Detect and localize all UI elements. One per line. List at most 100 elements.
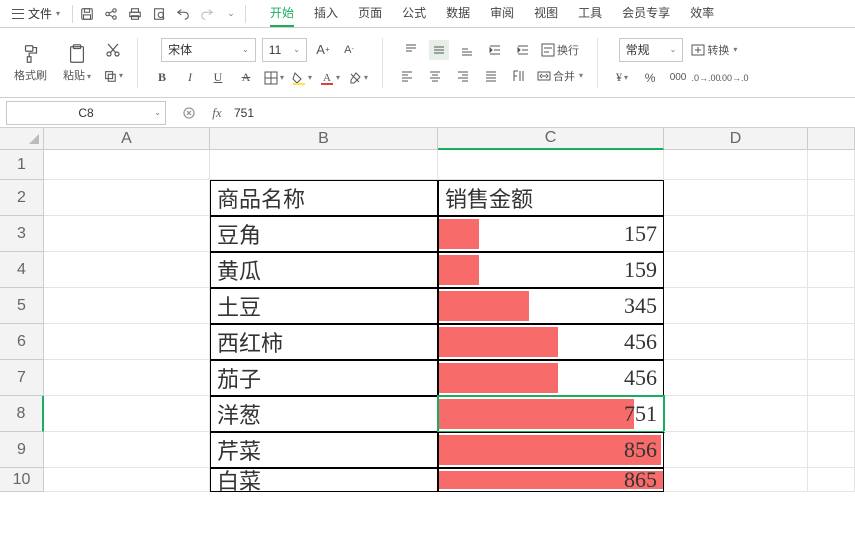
decrease-font-icon[interactable]: A-	[339, 40, 359, 60]
cell[interactable]	[808, 360, 855, 396]
increase-decimal-icon[interactable]: .00→.0	[724, 68, 744, 88]
cell-product-name[interactable]: 芹菜	[210, 432, 438, 468]
row-header[interactable]: 8	[0, 396, 44, 432]
italic-icon[interactable]: I	[180, 68, 200, 88]
tab-start[interactable]: 开始	[270, 0, 294, 27]
row-header[interactable]: 1	[0, 150, 44, 180]
font-family-select[interactable]: 宋体⌄	[161, 38, 256, 62]
comma-icon[interactable]: 000	[668, 68, 688, 88]
row-header[interactable]: 2	[0, 180, 44, 216]
number-format-select[interactable]: 常规⌄	[619, 38, 684, 62]
cell-product-name[interactable]: 土豆	[210, 288, 438, 324]
save-icon[interactable]	[79, 6, 95, 22]
cell-amount[interactable]: 456	[438, 360, 664, 396]
cell[interactable]	[664, 432, 808, 468]
increase-font-icon[interactable]: A+	[313, 40, 333, 60]
align-bottom-icon[interactable]	[457, 40, 477, 60]
wrap-text-button[interactable]: 换行	[541, 40, 579, 60]
currency-icon[interactable]: ¥	[612, 68, 632, 88]
cell-header-name[interactable]: 商品名称	[210, 180, 438, 216]
tab-data[interactable]: 数据	[446, 0, 470, 27]
cell-amount[interactable]: 159	[438, 252, 664, 288]
tab-page[interactable]: 页面	[358, 0, 382, 27]
formula-input[interactable]: 751	[226, 106, 855, 120]
cell-amount-selected[interactable]: 751	[438, 396, 664, 432]
font-size-select[interactable]: 11⌄	[262, 38, 307, 62]
row-header[interactable]: 10	[0, 468, 44, 492]
cell[interactable]	[44, 288, 210, 324]
cell[interactable]	[44, 216, 210, 252]
strikethrough-icon[interactable]: A	[236, 68, 256, 88]
cell[interactable]	[44, 432, 210, 468]
align-top-icon[interactable]	[401, 40, 421, 60]
tab-insert[interactable]: 插入	[314, 0, 338, 27]
qat-more-icon[interactable]: ⌄	[223, 6, 239, 22]
cell[interactable]	[808, 468, 855, 492]
cell-header-amount[interactable]: 销售金额	[438, 180, 664, 216]
cell-amount[interactable]: 157	[438, 216, 664, 252]
cancel-icon[interactable]	[180, 104, 198, 122]
fill-color-icon[interactable]	[292, 68, 312, 88]
align-right-icon[interactable]	[453, 66, 473, 86]
cell[interactable]	[664, 360, 808, 396]
tab-efficiency[interactable]: 效率	[690, 0, 714, 27]
cell[interactable]	[44, 180, 210, 216]
print-preview-icon[interactable]	[151, 6, 167, 22]
align-center-icon[interactable]	[425, 66, 445, 86]
cut-icon[interactable]	[103, 40, 123, 60]
cell[interactable]	[664, 468, 808, 492]
cell[interactable]	[664, 252, 808, 288]
cell[interactable]	[210, 150, 438, 180]
tab-tools[interactable]: 工具	[578, 0, 602, 27]
paste-button[interactable]: 粘贴	[59, 41, 95, 85]
cell-amount[interactable]: 865	[438, 468, 664, 492]
row-header[interactable]: 6	[0, 324, 44, 360]
cell-product-name[interactable]: 黄瓜	[210, 252, 438, 288]
undo-icon[interactable]	[175, 6, 191, 22]
indent-decrease-icon[interactable]	[485, 40, 505, 60]
cell[interactable]	[44, 360, 210, 396]
cell-product-name[interactable]: 豆角	[210, 216, 438, 252]
borders-icon[interactable]	[264, 68, 284, 88]
cell[interactable]	[664, 216, 808, 252]
copy-icon[interactable]	[103, 66, 123, 86]
row-header[interactable]: 4	[0, 252, 44, 288]
file-menu[interactable]: 文件 ▾	[6, 3, 66, 24]
cell[interactable]	[44, 252, 210, 288]
clear-format-icon[interactable]	[348, 68, 368, 88]
cell[interactable]	[44, 150, 210, 180]
percent-icon[interactable]: %	[640, 68, 660, 88]
cell[interactable]	[664, 324, 808, 360]
align-middle-icon[interactable]	[429, 40, 449, 60]
cell[interactable]	[664, 150, 808, 180]
cell[interactable]	[808, 288, 855, 324]
col-header-next[interactable]	[808, 128, 855, 150]
cell-product-name[interactable]: 西红柿	[210, 324, 438, 360]
row-header[interactable]: 9	[0, 432, 44, 468]
cell[interactable]	[808, 432, 855, 468]
cell-amount[interactable]: 456	[438, 324, 664, 360]
indent-increase-icon[interactable]	[513, 40, 533, 60]
redo-icon[interactable]	[199, 6, 215, 22]
cell[interactable]	[808, 180, 855, 216]
font-color-icon[interactable]: A	[320, 68, 340, 88]
row-header[interactable]: 3	[0, 216, 44, 252]
cell[interactable]	[44, 396, 210, 432]
select-all-corner[interactable]	[0, 128, 44, 150]
format-brush-button[interactable]: 格式刷	[10, 41, 51, 85]
cell-product-name[interactable]: 茄子	[210, 360, 438, 396]
col-header-B[interactable]: B	[210, 128, 438, 150]
tab-review[interactable]: 审阅	[490, 0, 514, 27]
print-icon[interactable]	[127, 6, 143, 22]
cell[interactable]	[438, 150, 664, 180]
col-header-C[interactable]: C	[438, 128, 664, 150]
cell-amount[interactable]: 345	[438, 288, 664, 324]
cell[interactable]	[808, 396, 855, 432]
bold-icon[interactable]: B	[152, 68, 172, 88]
cell[interactable]	[808, 150, 855, 180]
cell-product-name[interactable]: 洋葱	[210, 396, 438, 432]
cell[interactable]	[664, 180, 808, 216]
cell[interactable]	[664, 288, 808, 324]
align-left-icon[interactable]	[397, 66, 417, 86]
orientation-icon[interactable]	[509, 66, 529, 86]
